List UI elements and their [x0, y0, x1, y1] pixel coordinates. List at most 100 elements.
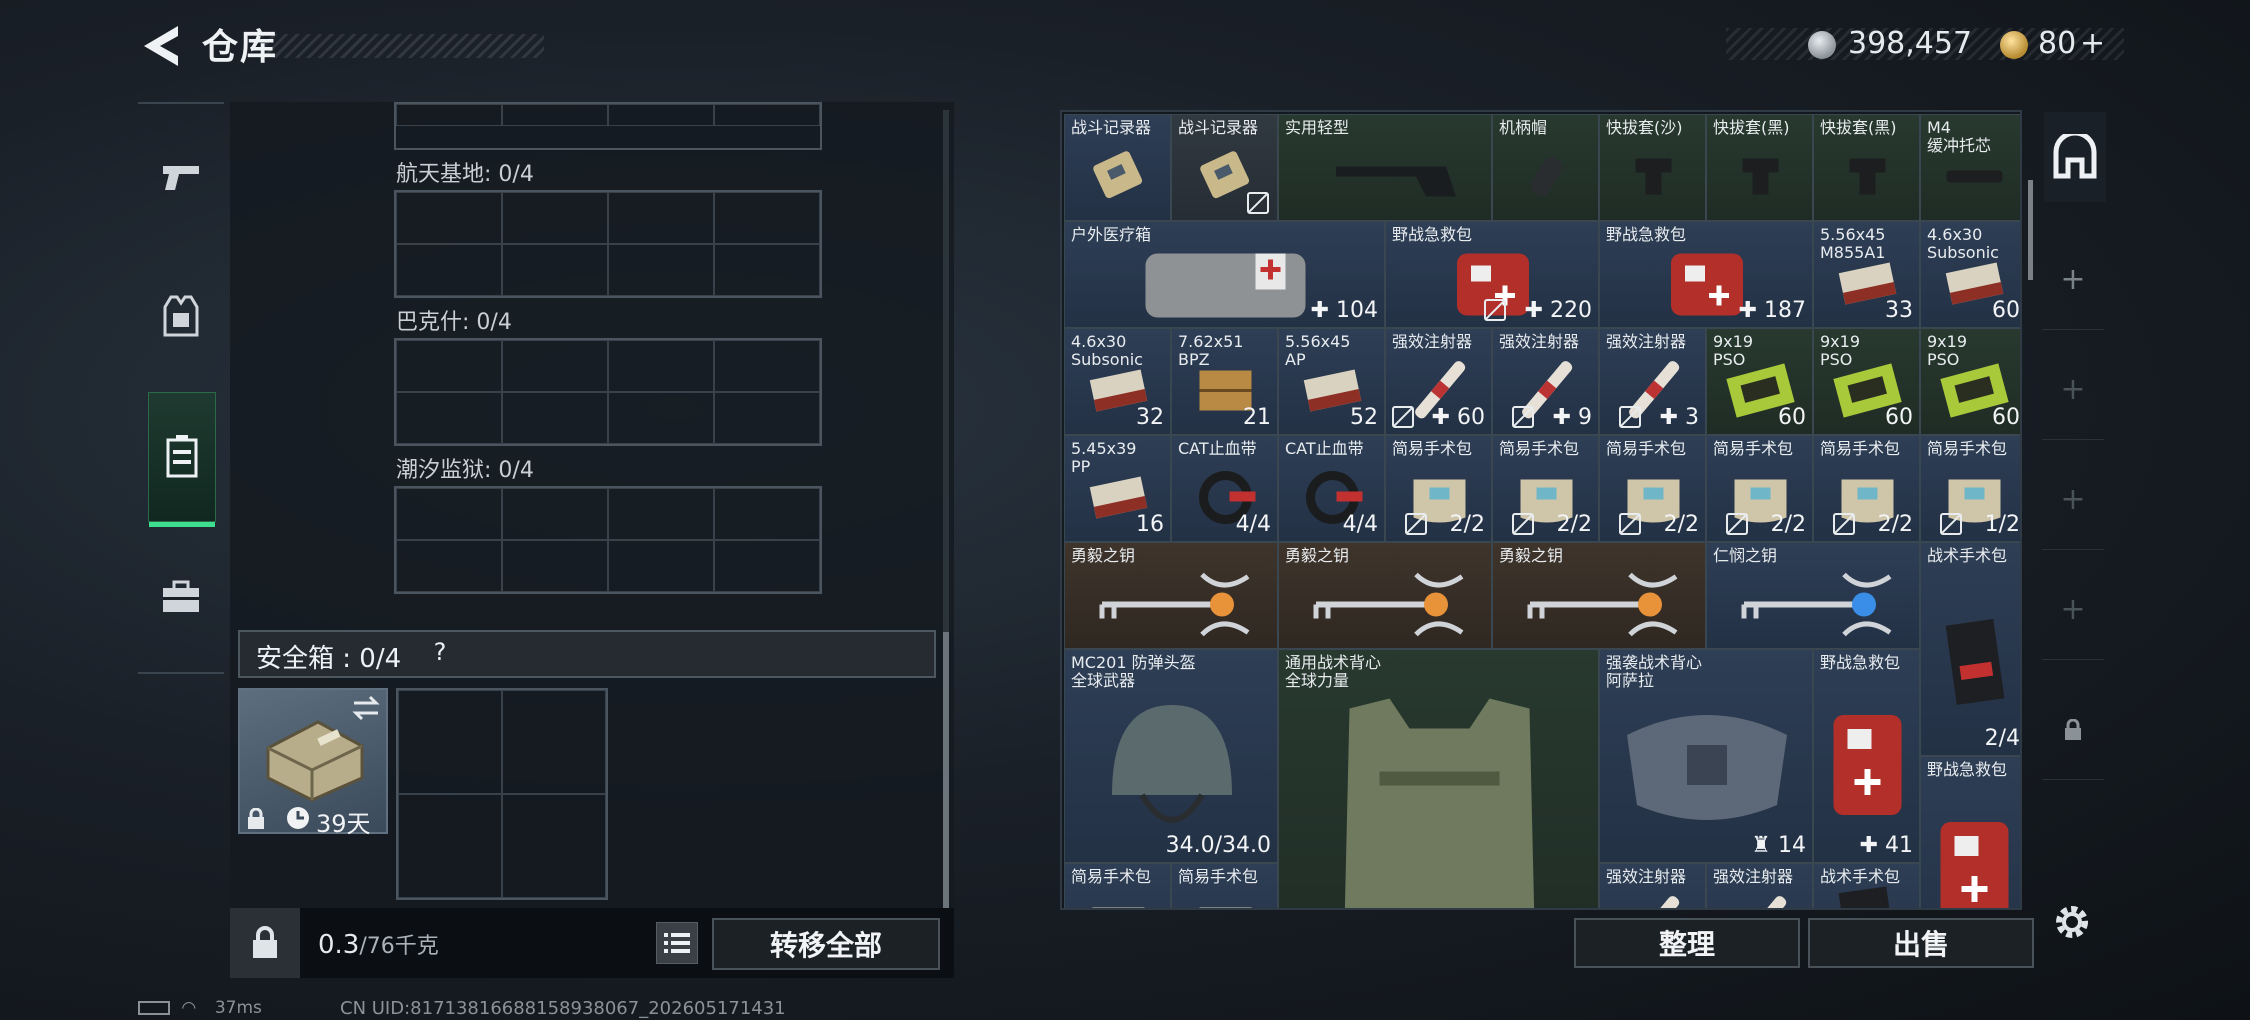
inventory-item[interactable]: 简易手术包 2/2: [1813, 435, 1920, 542]
inventory-item[interactable]: 强效注射器 ✚ 3: [1599, 328, 1706, 435]
inventory-item[interactable]: 战斗记录器: [1064, 114, 1171, 221]
item-quantity: 2/4: [1984, 726, 2020, 751]
sell-button[interactable]: 出售: [1808, 918, 2034, 968]
inventory-item[interactable]: 强效注射器: [1599, 863, 1706, 908]
inventory-item[interactable]: 9x19 PSO 60: [1706, 328, 1813, 435]
inventory-item[interactable]: 勇毅之钥: [1492, 542, 1706, 649]
item-name: 户外医疗箱: [1071, 225, 1152, 244]
arrange-button[interactable]: 整理: [1574, 918, 1800, 968]
inventory-item[interactable]: 战斗记录器: [1171, 114, 1278, 221]
tab-main-storage[interactable]: [2044, 112, 2106, 202]
item-name: 快拔套(黑): [1820, 118, 1897, 137]
inventory-item[interactable]: 勇毅之钥: [1064, 542, 1278, 649]
add-currency-button[interactable]: +: [2080, 26, 2105, 61]
inventory-item[interactable]: 简易手术包 2/2: [1599, 435, 1706, 542]
inventory-item[interactable]: 简易手术包 1/2: [1920, 435, 2020, 542]
warehouse-icon: [2053, 134, 2097, 179]
inventory-item[interactable]: 野战急救包 ✚ 41: [1813, 649, 1920, 863]
item-name: 强效注射器: [1499, 332, 1580, 351]
add-storage-tab-button[interactable]: +: [2042, 560, 2104, 660]
region-grid[interactable]: [394, 190, 822, 298]
item-name: 简易手术包: [1178, 867, 1259, 886]
item-name: 勇毅之钥: [1071, 546, 1136, 565]
locker-icon: [166, 435, 198, 478]
add-storage-tab-button[interactable]: +: [2042, 230, 2104, 330]
inventory-item[interactable]: 快拔套(黑): [1706, 114, 1813, 221]
region-grid[interactable]: [394, 338, 822, 446]
inventory-item[interactable]: 简易手术包 2/2: [1385, 435, 1492, 542]
inventory-item[interactable]: M4 缓冲托芯: [1920, 114, 2020, 221]
padlock-icon: [253, 926, 277, 958]
inventory-item[interactable]: CAT止血带 4/4: [1171, 435, 1278, 542]
inventory-item[interactable]: 4.6x30 Subsonic 60: [1920, 221, 2020, 328]
inventory-item[interactable]: 强效注射器: [1706, 863, 1813, 908]
inventory-item[interactable]: 强袭战术背心 阿萨拉 ♜ 14: [1599, 649, 1813, 863]
add-storage-tab-button[interactable]: +: [2042, 340, 2104, 440]
inventory-item[interactable]: 仁悯之钥: [1706, 542, 1920, 649]
inventory-item[interactable]: 强效注射器 ✚ 60: [1385, 328, 1492, 435]
item-name: 战斗记录器: [1071, 118, 1152, 137]
inventory-item[interactable]: 野战急救包 ✚ 187: [1599, 221, 1813, 328]
nav-storage[interactable]: [148, 392, 216, 527]
item-quantity: ✚ 220: [1524, 298, 1592, 323]
inventory-item[interactable]: 5.56x45 AP 52: [1278, 328, 1385, 435]
settings-gear-icon[interactable]: [2050, 900, 2094, 944]
item-name: 9x19 PSO: [1927, 332, 1968, 369]
item-quantity: 60: [1992, 405, 2020, 430]
safe-box-item[interactable]: 39天: [238, 688, 388, 838]
inventory-scrollbar[interactable]: [2028, 180, 2033, 280]
item-name: 强效注射器: [1392, 332, 1473, 351]
weight-max: /76千克: [359, 934, 439, 959]
inventory-item[interactable]: 4.6x30 Subsonic 32: [1064, 328, 1171, 435]
help-icon[interactable]: ?: [424, 636, 456, 668]
inventory-item[interactable]: 强效注射器 ✚ 9: [1492, 328, 1599, 435]
item-quantity: 52: [1350, 405, 1378, 430]
inventory-item[interactable]: CAT止血带 4/4: [1278, 435, 1385, 542]
inventory-item[interactable]: 9x19 PSO 60: [1920, 328, 2020, 435]
briefcase-icon: [163, 580, 199, 612]
inventory-item[interactable]: 户外医疗箱 ✚ 104: [1064, 221, 1385, 328]
inventory-item[interactable]: 简易手术包 2/2: [1706, 435, 1813, 542]
inventory-item[interactable]: 9x19 PSO 60: [1813, 328, 1920, 435]
transfer-all-button[interactable]: 转移全部: [712, 918, 940, 970]
region-grid[interactable]: [394, 486, 822, 594]
list-view-button[interactable]: [656, 922, 698, 964]
inventory-item[interactable]: 野战急救包 ✚ 220: [1385, 221, 1599, 328]
inventory-item[interactable]: 快拔套(黑): [1813, 114, 1920, 221]
inventory-item[interactable]: 机柄帽: [1492, 114, 1599, 221]
item-quantity: 2/2: [1663, 512, 1699, 537]
add-storage-tab-button[interactable]: +: [2042, 450, 2104, 550]
inventory-item[interactable]: 5.56x45 M855A1 33: [1813, 221, 1920, 328]
nav-tools[interactable]: [138, 532, 224, 662]
back-arrow-icon[interactable]: [138, 22, 182, 70]
inventory-item[interactable]: 简易手术包: [1064, 863, 1171, 908]
item-name: 7.62x51 BPZ: [1178, 332, 1244, 369]
lock-icon: [2065, 718, 2081, 740]
item-name: 快拔套(沙): [1606, 118, 1683, 137]
inventory-item[interactable]: 战术手术包 2/4: [1920, 542, 2020, 756]
inventory-item[interactable]: 7.62x51 BPZ 21: [1171, 328, 1278, 435]
region-label: 巴克什: 0/4: [396, 310, 512, 335]
inventory-item[interactable]: 实用轻型: [1278, 114, 1492, 221]
nav-weapons[interactable]: [138, 112, 224, 242]
left-scrollbar[interactable]: [943, 110, 949, 908]
inventory-item[interactable]: 野战急救包: [1920, 756, 2020, 908]
inventory-item[interactable]: 战术手术包: [1813, 863, 1920, 908]
item-name: 4.6x30 Subsonic: [1071, 332, 1143, 369]
item-quantity: 4/4: [1342, 512, 1378, 537]
inventory-item[interactable]: 快拔套(沙): [1599, 114, 1706, 221]
item-quantity: ✚ 187: [1738, 298, 1806, 323]
no-trade-icon: [1405, 513, 1427, 535]
safe-box-grid[interactable]: [396, 688, 608, 900]
inventory-item[interactable]: 简易手术包: [1171, 863, 1278, 908]
inventory-item[interactable]: MC201 防弹头盔 全球武器 34.0/34.0: [1064, 649, 1278, 863]
item-name: 勇毅之钥: [1499, 546, 1564, 565]
item-quantity: ✚ 104: [1310, 298, 1378, 323]
lock-button[interactable]: [230, 908, 300, 978]
inventory-item[interactable]: 通用战术背心 全球力量: [1278, 649, 1599, 908]
nav-equipment[interactable]: [138, 252, 224, 382]
inventory-item[interactable]: 勇毅之钥: [1278, 542, 1492, 649]
inventory-item[interactable]: 5.45x39 PP 16: [1064, 435, 1171, 542]
inventory-item[interactable]: 简易手术包 2/2: [1492, 435, 1599, 542]
item-name: 快拔套(黑): [1713, 118, 1790, 137]
